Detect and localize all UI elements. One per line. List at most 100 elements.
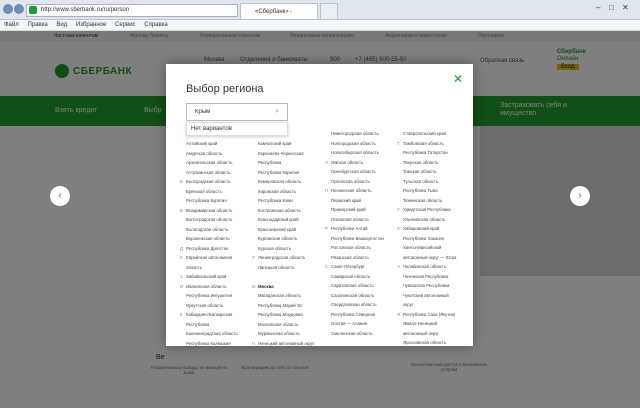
- back-icon[interactable]: [3, 4, 13, 14]
- region-item[interactable]: У Удмуртская Республика: [397, 205, 456, 215]
- region-item[interactable]: Н Ненецкий автономный округ: [252, 339, 315, 349]
- region-item[interactable]: Курганская область: [258, 234, 315, 244]
- region-item[interactable]: Республика Марий Эл: [258, 301, 315, 311]
- minimize-icon[interactable]: –: [596, 3, 600, 12]
- region-item[interactable]: Брянская область: [186, 187, 238, 197]
- region-item[interactable]: Сахалинская область: [331, 291, 384, 301]
- region-item[interactable]: Республика Северная: [331, 310, 384, 320]
- region-item[interactable]: автономный округ — Югра: [403, 253, 456, 263]
- carousel-next-icon[interactable]: ›: [570, 186, 590, 206]
- region-item[interactable]: Республика Ингушетия: [186, 291, 238, 301]
- region-item[interactable]: З Забайкальский край: [180, 272, 238, 282]
- region-item[interactable]: Иркутская область: [186, 301, 238, 311]
- region-item[interactable]: Ставропольский край: [403, 129, 456, 139]
- region-item[interactable]: Д Республика Дагестан: [180, 244, 238, 254]
- region-item[interactable]: Московская область: [258, 320, 315, 330]
- region-search-input[interactable]: [186, 103, 288, 121]
- region-item[interactable]: Краснодарский край: [258, 215, 315, 225]
- region-item[interactable]: Самарская область: [331, 272, 384, 282]
- region-item[interactable]: Смоленская область: [331, 329, 384, 339]
- region-item[interactable]: Тверская область: [403, 158, 456, 168]
- region-item[interactable]: Л Ленинградская область: [252, 253, 315, 263]
- region-item[interactable]: Е Еврейская автономная: [180, 253, 238, 263]
- address-bar[interactable]: http://www.sberbank.ru/ru/person: [26, 4, 238, 17]
- region-item[interactable]: Карачаево-Черкесская: [258, 149, 315, 159]
- region-item[interactable]: Б Белгородская область: [180, 177, 238, 187]
- region-item[interactable]: Республика Коми: [258, 196, 315, 206]
- region-item[interactable]: Осетия — Алания: [331, 319, 384, 329]
- region-item[interactable]: Тюменская область: [403, 196, 456, 206]
- region-item[interactable]: Астраханская область: [186, 168, 238, 178]
- tab-sberbank[interactable]: «Сбербанк» - Частным кл...: [240, 3, 318, 31]
- region-item[interactable]: Республика Тыва: [403, 186, 456, 196]
- region-item[interactable]: Ханты-Мансийский: [403, 243, 456, 253]
- carousel-prev-icon[interactable]: ‹: [50, 186, 70, 206]
- region-item[interactable]: Орловская область: [331, 177, 384, 187]
- region-item[interactable]: Х Хабаровский край: [397, 224, 456, 234]
- region-item[interactable]: Вологодская область: [186, 225, 238, 235]
- region-item[interactable]: Камчатский край: [258, 139, 315, 149]
- region-item[interactable]: Оренбургская область: [331, 167, 384, 177]
- region-item[interactable]: Нижегородская область: [331, 129, 384, 139]
- close-window-icon[interactable]: ✕: [622, 3, 629, 12]
- region-item[interactable]: М Москва: [252, 282, 315, 292]
- region-item[interactable]: Республика Бурятия: [186, 196, 238, 206]
- region-item[interactable]: Приморский край: [331, 205, 384, 215]
- region-item[interactable]: Чукотский автономный: [403, 291, 456, 301]
- region-item[interactable]: Р Республика Алтай: [325, 224, 384, 234]
- region-item[interactable]: В Владимирская область: [180, 206, 238, 216]
- region-item[interactable]: О Омская область: [325, 158, 384, 168]
- region-item[interactable]: Красноярский край: [258, 225, 315, 235]
- region-item[interactable]: Новосибирская область: [331, 148, 384, 158]
- menu-view[interactable]: Вид: [56, 22, 67, 28]
- region-item[interactable]: Псковская область: [331, 215, 384, 225]
- region-item[interactable]: Магаданская область: [258, 291, 315, 301]
- region-item[interactable]: область: [186, 263, 238, 273]
- region-item[interactable]: Воронежская область: [186, 234, 238, 244]
- region-item[interactable]: Рязанская область: [331, 253, 384, 263]
- menu-file[interactable]: Файл: [4, 22, 19, 28]
- menu-help[interactable]: Справка: [144, 22, 168, 28]
- region-item[interactable]: Архангельская область: [186, 158, 238, 168]
- region-item[interactable]: Республика: [258, 158, 315, 168]
- region-item[interactable]: К Кабардино-Балкарская: [180, 310, 238, 320]
- close-icon[interactable]: ✕: [453, 72, 463, 86]
- region-item[interactable]: округ: [403, 300, 456, 310]
- region-item[interactable]: автономный округ: [403, 329, 456, 339]
- region-item[interactable]: Саратовская область: [331, 281, 384, 291]
- region-item[interactable]: С Санкт-Петербург: [325, 262, 384, 272]
- maximize-icon[interactable]: □: [609, 3, 614, 12]
- region-item[interactable]: Ч Челябинская область: [397, 262, 456, 272]
- region-item[interactable]: Республика Карелия: [258, 168, 315, 178]
- region-item[interactable]: Республика Башкортостан: [331, 234, 384, 244]
- menu-edit[interactable]: Правка: [27, 22, 47, 28]
- region-item[interactable]: Чувашская Республика: [403, 281, 456, 291]
- menu-tools[interactable]: Сервис: [115, 22, 136, 28]
- region-item[interactable]: Т Тамбовская область: [397, 139, 456, 149]
- region-item[interactable]: Мурманская область: [258, 329, 315, 339]
- region-item[interactable]: Республика Калмыкия: [186, 339, 238, 349]
- region-item[interactable]: Костромская область: [258, 206, 315, 216]
- menu-favorites[interactable]: Избранное: [76, 22, 106, 28]
- region-item[interactable]: Курская область: [258, 244, 315, 254]
- region-item[interactable]: Липецкая область: [258, 263, 315, 273]
- region-item[interactable]: Ярославская область: [403, 338, 456, 348]
- region-item[interactable]: Амурская область: [186, 149, 238, 159]
- region-item[interactable]: Ростовская область: [331, 243, 384, 253]
- region-item[interactable]: Пермский край: [331, 196, 384, 206]
- region-item[interactable]: Ямало-Ненецкий: [403, 319, 456, 329]
- region-item[interactable]: Волгоградская область: [186, 215, 238, 225]
- region-item[interactable]: Кировская область: [258, 187, 315, 197]
- region-item[interactable]: Кемеровская область: [258, 177, 315, 187]
- region-item[interactable]: Республика Хакасия: [403, 234, 456, 244]
- forward-icon[interactable]: [14, 4, 24, 14]
- region-item[interactable]: И Ивановская область: [180, 282, 238, 292]
- region-item[interactable]: Ульяновская область: [403, 215, 456, 225]
- region-item[interactable]: Я Республика Саха (Якутия): [397, 310, 456, 320]
- region-item[interactable]: Республика: [186, 320, 238, 330]
- region-item[interactable]: Чеченская Республика: [403, 272, 456, 282]
- region-item[interactable]: Калининградская область: [186, 329, 238, 339]
- region-item[interactable]: Республика Мордовия: [258, 310, 315, 320]
- region-item[interactable]: Томская область: [403, 167, 456, 177]
- region-item[interactable]: П Пензенская область: [325, 186, 384, 196]
